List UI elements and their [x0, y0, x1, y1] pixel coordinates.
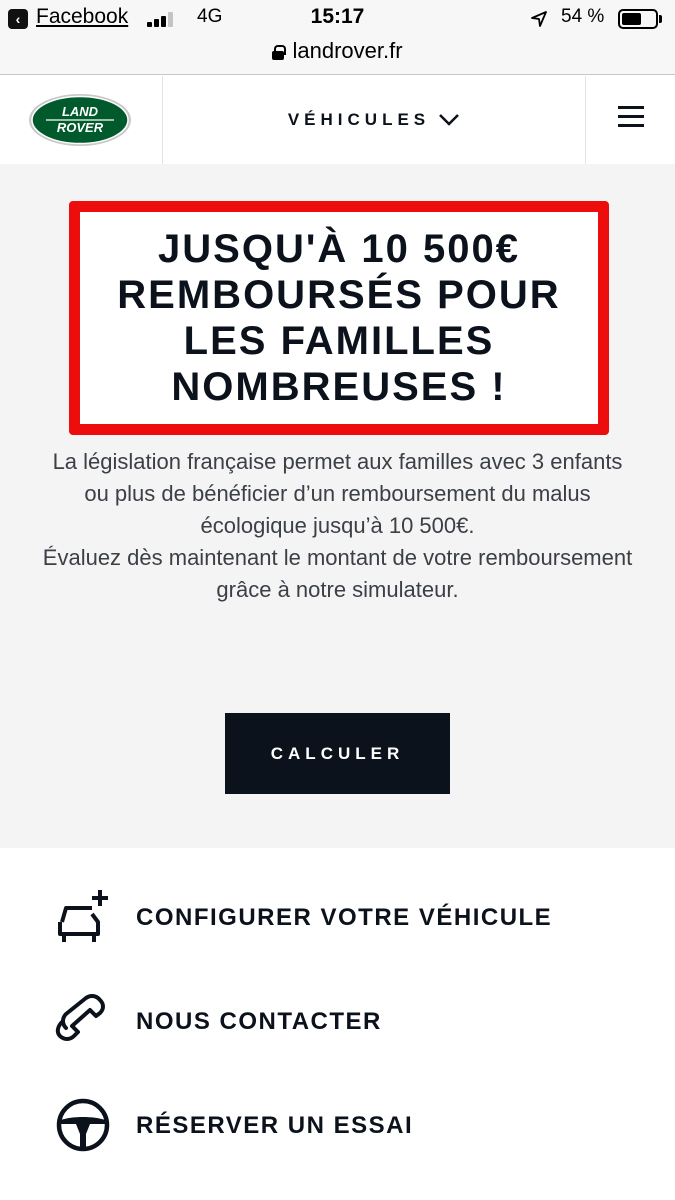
hero-paragraph-simulator: Évaluez dès maintenant le montant de vot… [42, 545, 633, 602]
hero-section: JUSQU'À 10 500€ REMBOURSÉS POUR LES FAMI… [0, 164, 675, 848]
car-configure-icon [58, 890, 108, 942]
menu-button[interactable] [585, 76, 675, 164]
promo-title: JUSQU'À 10 500€ REMBOURSÉS POUR LES FAMI… [117, 227, 561, 409]
actions-list: CONFIGURER VOTRE VÉHICULE NOUS CONTACTER… [0, 848, 675, 1200]
calculate-button[interactable]: CALCULER [225, 713, 450, 794]
action-configure[interactable]: CONFIGURER VOTRE VÉHICULE [0, 878, 675, 958]
battery-percent: 54 % [561, 6, 605, 27]
hero-description: La législation française permet aux fami… [40, 446, 635, 606]
logo-link[interactable]: LAND ROVER [0, 76, 163, 164]
land-rover-logo: LAND ROVER [29, 94, 131, 146]
action-contact-label: NOUS CONTACTER [136, 1008, 382, 1035]
lock-icon [272, 45, 287, 60]
promo-banner: JUSQU'À 10 500€ REMBOURSÉS POUR LES FAMI… [69, 201, 609, 435]
vehicles-dropdown[interactable]: VÉHICULES [163, 76, 585, 164]
action-configure-label: CONFIGURER VOTRE VÉHICULE [136, 904, 553, 931]
vehicles-label: VÉHICULES [287, 110, 431, 129]
location-arrow-icon [531, 11, 547, 27]
logo-text-land: LAND [62, 104, 99, 119]
site-header: LAND ROVER VÉHICULES [0, 76, 675, 164]
hero-paragraph-legislation: La législation française permet aux fami… [52, 449, 623, 538]
action-contact[interactable]: NOUS CONTACTER [0, 984, 675, 1064]
status-bar: ‹ Facebook 4G 15:17 54 % [0, 0, 675, 38]
battery-icon [618, 9, 658, 29]
address-bar[interactable]: landrover.fr [0, 38, 675, 75]
chevron-down-icon [439, 114, 460, 126]
url-text: landrover.fr [292, 38, 403, 63]
logo-text-rover: ROVER [57, 120, 104, 135]
steering-wheel-icon [56, 1098, 110, 1152]
phone-icon [55, 993, 105, 1041]
action-test-drive-label: RÉSERVER UN ESSAI [136, 1112, 414, 1139]
action-test-drive[interactable]: RÉSERVER UN ESSAI [0, 1088, 675, 1168]
hamburger-menu-icon [618, 106, 644, 128]
